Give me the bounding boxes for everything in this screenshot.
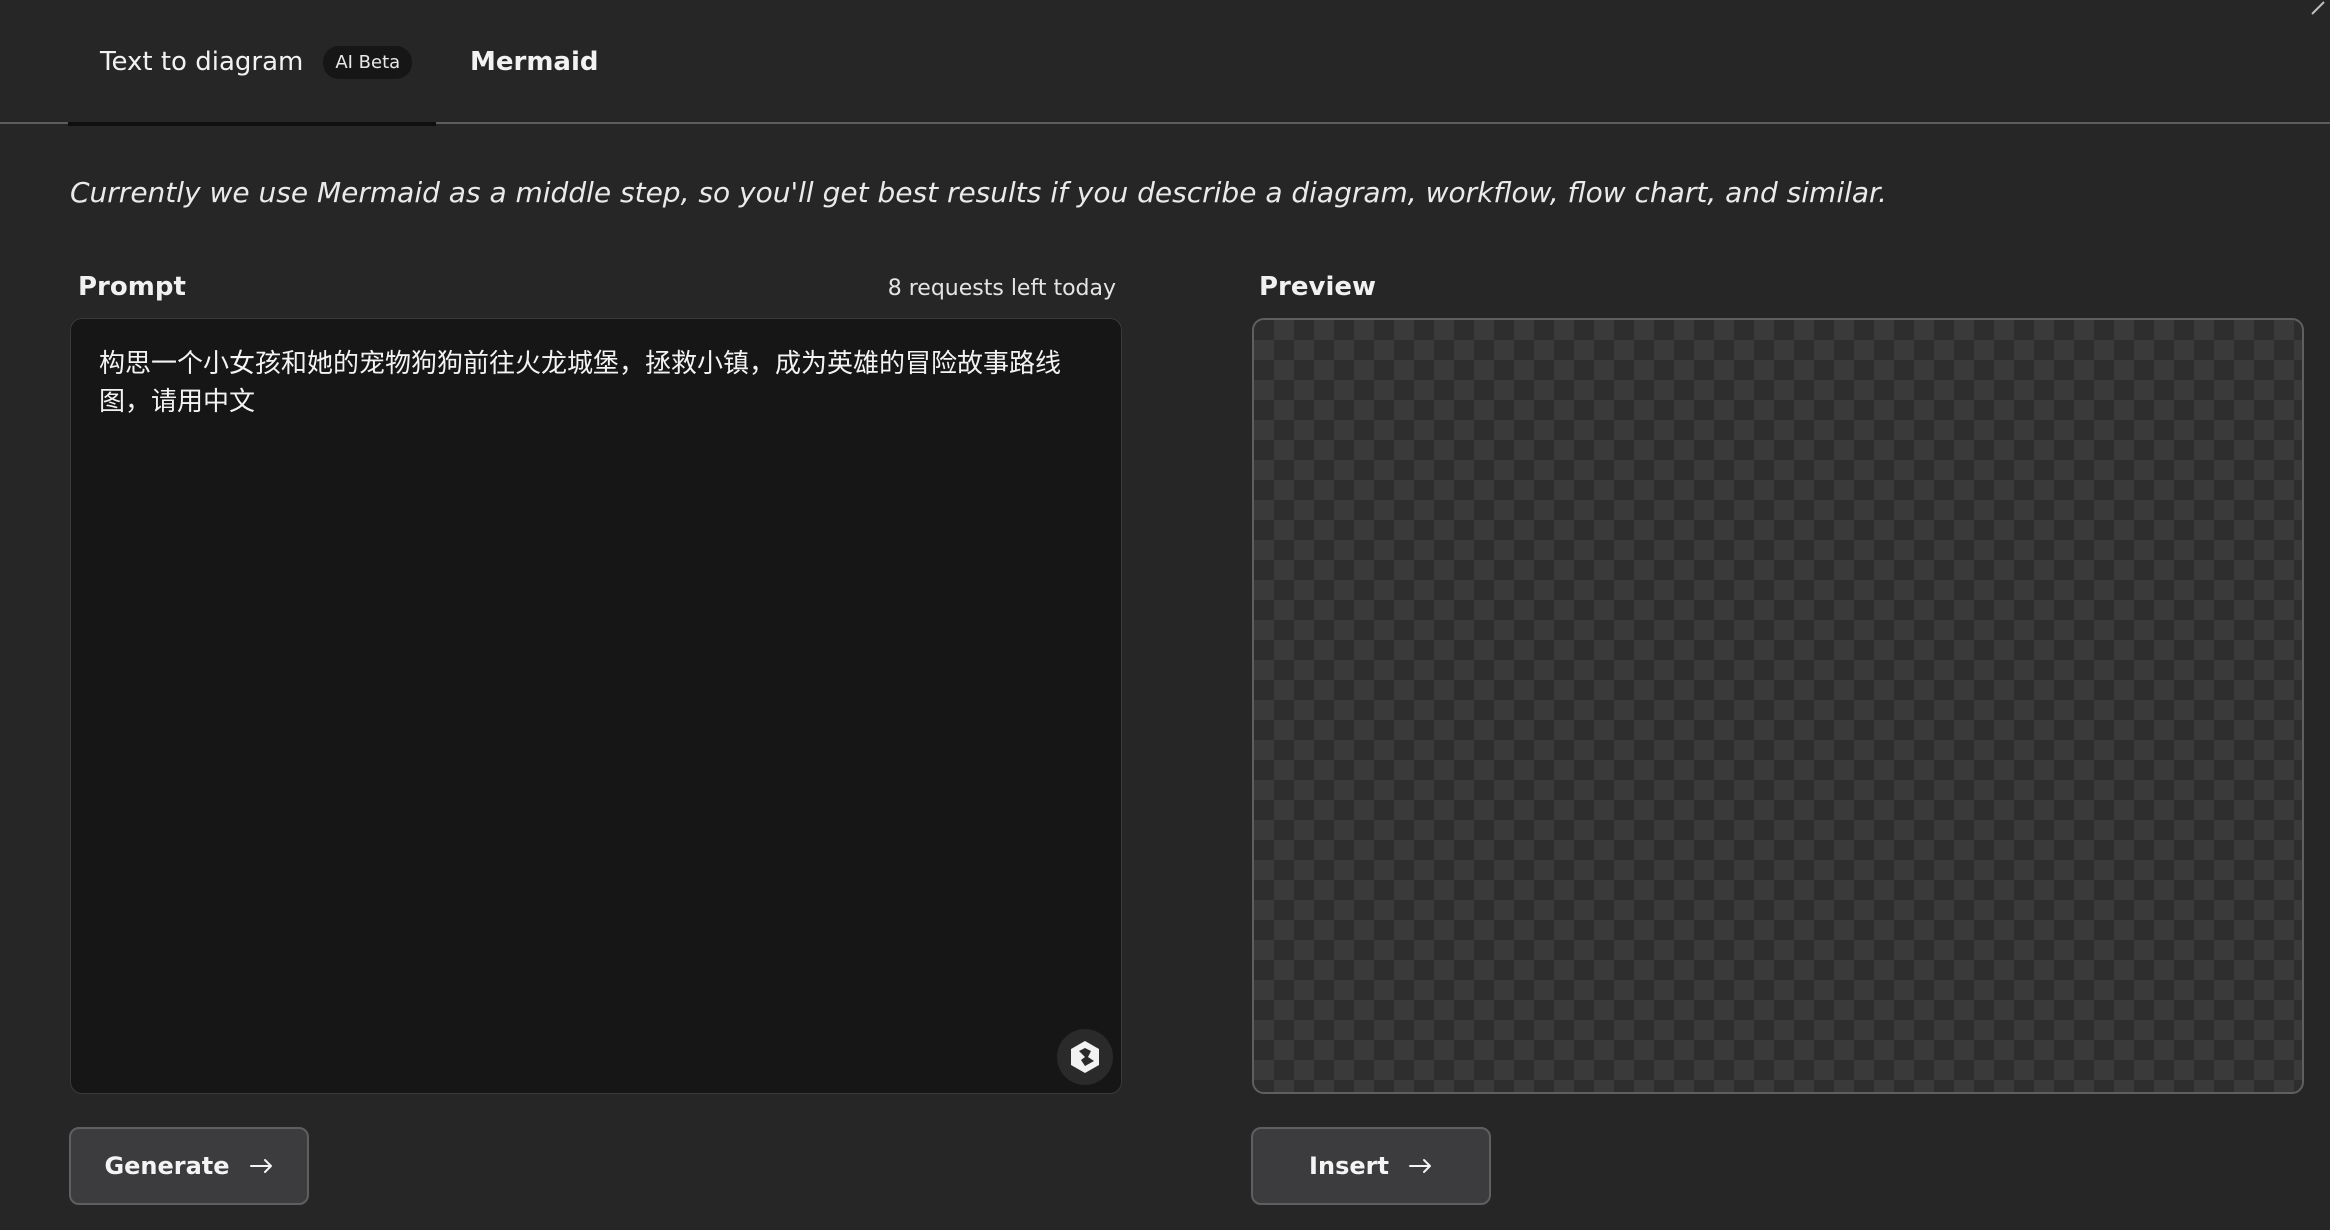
arrow-right-icon xyxy=(249,1158,274,1174)
tab-bar: Text to diagram AI Beta Mermaid xyxy=(0,0,2330,126)
tab-mermaid[interactable]: Mermaid xyxy=(470,0,599,124)
prompt-input[interactable]: 构思一个小女孩和她的宠物狗狗前往火龙城堡，拯救小镇，成为英雄的冒险故事路线图，请… xyxy=(70,318,1122,1094)
generate-button-label: Generate xyxy=(104,1152,230,1180)
tab-text-to-diagram[interactable]: Text to diagram AI Beta xyxy=(68,0,436,126)
arrow-right-icon xyxy=(1408,1158,1433,1174)
tab-mermaid-label: Mermaid xyxy=(470,47,599,77)
ai-beta-badge: AI Beta xyxy=(323,45,413,79)
preview-label: Preview xyxy=(1259,272,1377,302)
ai-assist-icon[interactable] xyxy=(1057,1029,1113,1085)
insert-button[interactable]: Insert xyxy=(1251,1127,1491,1205)
prompt-label: Prompt xyxy=(78,272,186,302)
requests-left-counter: 8 requests left today xyxy=(887,276,1116,301)
tab-text-to-diagram-label: Text to diagram xyxy=(100,47,304,77)
insert-button-label: Insert xyxy=(1309,1152,1389,1180)
prompt-text[interactable]: 构思一个小女孩和她的宠物狗狗前往火龙城堡，拯救小镇，成为英雄的冒险故事路线图，请… xyxy=(99,345,1099,421)
preview-canvas xyxy=(1252,318,2304,1094)
description-text: Currently we use Mermaid as a middle ste… xyxy=(70,176,1887,209)
generate-button[interactable]: Generate xyxy=(69,1127,309,1205)
expand-icon[interactable] xyxy=(2306,0,2326,20)
text-to-diagram-dialog: Text to diagram AI Beta Mermaid Currentl… xyxy=(0,0,2330,1230)
